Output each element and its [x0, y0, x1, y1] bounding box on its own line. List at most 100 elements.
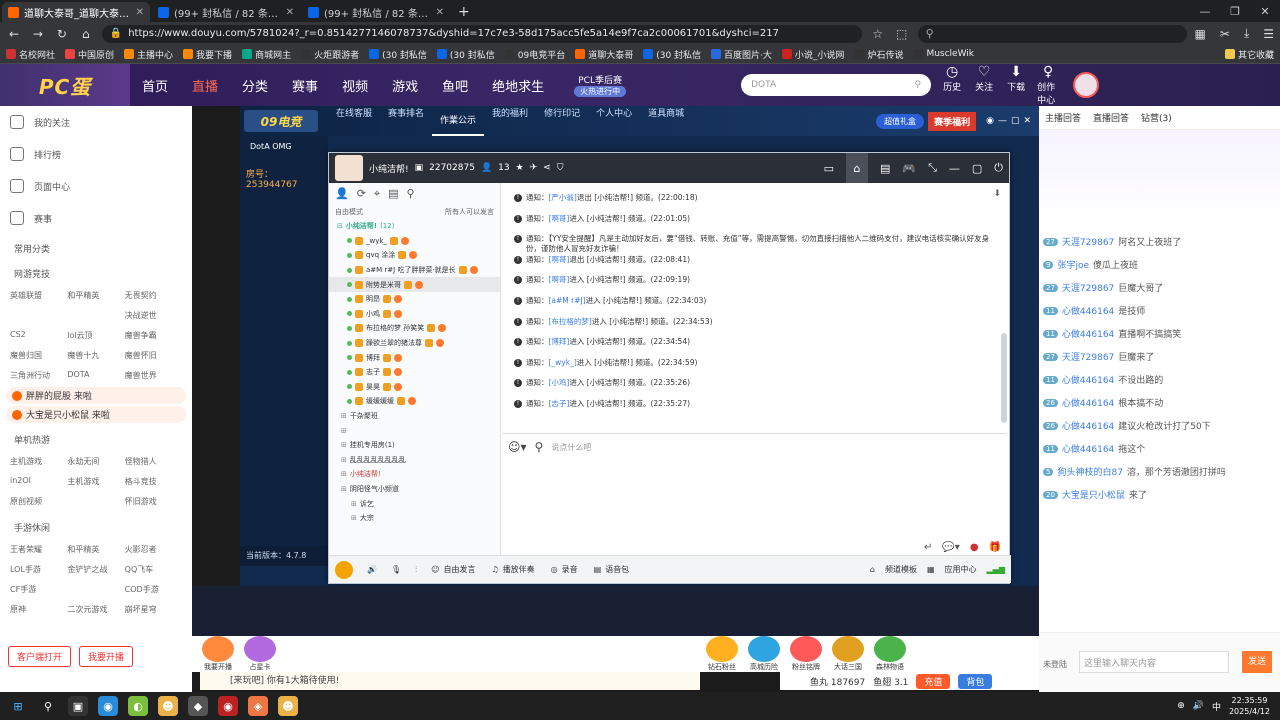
close-button[interactable]: ✕: [1250, 2, 1280, 22]
header-icon-item[interactable]: ⬇ 下载: [1005, 64, 1027, 106]
notice-user[interactable]: [啊哥]: [549, 255, 570, 264]
chrome-icon[interactable]: ◉: [98, 696, 118, 716]
mode-label[interactable]: 自由模式: [335, 207, 363, 217]
gift-item[interactable]: 森林物语: [874, 636, 906, 672]
site-logo[interactable]: PC蛋: [0, 64, 130, 106]
back-icon[interactable]: ←: [6, 27, 22, 41]
site-search-input[interactable]: DOTA ⚲: [741, 74, 932, 96]
nav-item[interactable]: 首页: [130, 76, 180, 95]
category-link[interactable]: [67, 310, 124, 321]
chat-input[interactable]: 这里输入聊天内容: [1079, 651, 1229, 673]
sub-channel[interactable]: ⊞ 大宗: [329, 511, 500, 526]
expand-icon[interactable]: ⊟: [337, 222, 343, 230]
send-button[interactable]: 发送: [1242, 651, 1272, 673]
member-item[interactable]: _wyk_: [329, 234, 500, 249]
client-open-button[interactable]: 客户端打开: [8, 646, 72, 667]
volume-icon[interactable]: 🔊: [1193, 701, 1204, 711]
minimize-icon[interactable]: —: [998, 116, 1007, 126]
notice-user[interactable]: [志子]: [549, 399, 570, 408]
tab-close-icon[interactable]: ✕: [286, 7, 294, 18]
contacts-icon[interactable]: 👤: [335, 187, 349, 201]
notice-user[interactable]: [小鸡]: [549, 378, 570, 387]
sync-icon[interactable]: ⟳: [357, 187, 366, 201]
close-icon[interactable]: ✕: [1023, 116, 1039, 126]
template-icon[interactable]: ⌂: [870, 565, 875, 574]
sidebar-item[interactable]: 页面中心: [0, 170, 192, 202]
chat-username[interactable]: 大宝是只小松鼠: [1062, 488, 1125, 501]
chat-username[interactable]: 心做446164: [1062, 373, 1114, 386]
gift-item[interactable]: 占星卡: [244, 636, 276, 672]
maximize-button[interactable]: ❐: [1220, 2, 1250, 22]
app360-icon[interactable]: ◐: [128, 696, 148, 716]
bookmark-item[interactable]: (30 封私信: [369, 48, 427, 61]
bookmark-item[interactable]: 中国原创: [65, 48, 114, 61]
taskview-icon[interactable]: ▣: [68, 696, 88, 716]
gift-item[interactable]: 高城历险: [748, 636, 780, 672]
member-item[interactable]: 附势是米哥: [329, 277, 500, 292]
minimize-button[interactable]: —: [1190, 2, 1220, 22]
recharge-button[interactable]: 充值: [916, 673, 951, 689]
category-link[interactable]: 怀旧游戏: [125, 496, 182, 507]
header-icon-item[interactable]: ♡ 关注: [973, 64, 995, 106]
scroll-down-icon[interactable]: ⬇: [993, 189, 1001, 199]
bookmark-item[interactable]: 百度图片·大: [711, 48, 772, 61]
season-welfare-button[interactable]: 赛季福利: [928, 111, 977, 131]
clock[interactable]: 22:35:59 2025/4/12: [1229, 695, 1270, 717]
search-icon[interactable]: ⚲: [535, 440, 544, 454]
bottom-item[interactable]: ♫ 播放伴奏: [491, 564, 534, 575]
category-link[interactable]: [67, 584, 124, 595]
home-icon[interactable]: ⌂: [78, 27, 94, 41]
event-badge[interactable]: PCL季后赛 火热进行中: [574, 73, 627, 97]
browser-tab[interactable]: 道聊大泰哥_道聊大泰哥直播 ✕: [2, 2, 150, 22]
gift-icon[interactable]: 🎁: [989, 542, 1001, 553]
sub-channel[interactable]: ⊞ 小纯洁帮!: [329, 467, 500, 482]
category-link[interactable]: 和平精英: [67, 290, 124, 301]
yy2-icon[interactable]: ☻: [278, 696, 298, 716]
notice-user[interactable]: [严小翁]: [549, 193, 577, 202]
avatar[interactable]: [1073, 72, 1100, 98]
home-icon[interactable]: ⌂: [845, 153, 868, 183]
nav-item[interactable]: 分类: [230, 76, 280, 95]
notice-user[interactable]: [布拉格的梦]: [549, 317, 592, 326]
gift-item[interactable]: 大话三国: [832, 636, 864, 672]
nav-item[interactable]: 游戏: [380, 76, 430, 95]
video-icon[interactable]: ▭: [824, 162, 834, 175]
category-link[interactable]: QQ飞车: [125, 564, 182, 575]
expand-icon[interactable]: ⊞: [351, 500, 357, 508]
nav-item[interactable]: 鱼吧: [430, 76, 480, 95]
chat-username[interactable]: 张宇joe: [1057, 258, 1089, 271]
notice-user[interactable]: [博拜]: [549, 337, 570, 346]
bottom-item[interactable]: ◎ 录音: [551, 564, 578, 575]
bookmark-item[interactable]: (30 封私信: [436, 48, 495, 61]
reload-icon[interactable]: ↻: [54, 27, 70, 41]
sidebar-item[interactable]: 我的关注: [0, 106, 192, 138]
list-icon[interactable]: ▤: [388, 187, 398, 201]
yy-tab[interactable]: 我的福利: [484, 106, 536, 136]
category-link[interactable]: 主机游戏: [10, 456, 67, 467]
forward-icon[interactable]: →: [30, 27, 46, 41]
tab-close-icon[interactable]: ✕: [436, 7, 444, 18]
notice-user[interactable]: [a#M r#J]: [549, 296, 586, 305]
category-link[interactable]: 格斗竞技: [125, 476, 182, 487]
record-icon[interactable]: ●: [970, 542, 979, 553]
expand-icon[interactable]: ⊞: [341, 485, 347, 493]
expand-icon[interactable]: ⊞: [341, 412, 347, 420]
chat-username[interactable]: 天涯729867: [1062, 235, 1114, 248]
sidebar-item[interactable]: 排行榜: [0, 138, 192, 170]
gift-item[interactable]: 钻石粉丝: [706, 636, 738, 672]
bookmark-star-icon[interactable]: ☆: [870, 27, 886, 41]
bottom-item[interactable]: ☺ 自由发言: [431, 564, 475, 575]
bookmark-item[interactable]: 我要下播: [183, 48, 232, 61]
expand-icon[interactable]: ⊞: [341, 470, 347, 478]
category-link[interactable]: COD手游: [125, 584, 182, 595]
season-badge[interactable]: 超值礼盒: [876, 113, 925, 129]
mixer-icon[interactable]: ⫶: [415, 565, 417, 575]
category-link[interactable]: 英雄联盟: [10, 290, 67, 301]
message-input[interactable]: 说点什么吧: [551, 442, 591, 453]
yy-tab[interactable]: 赛事排名: [380, 106, 432, 136]
nav-item[interactable]: 视频: [330, 76, 380, 95]
start-live-button[interactable]: 我要开播: [79, 646, 134, 667]
speaker-icon[interactable]: 🔊: [367, 565, 377, 574]
sub-channel[interactable]: ⊞ 挂机专用房(1): [329, 438, 500, 453]
location-icon[interactable]: ⌖: [374, 187, 380, 201]
